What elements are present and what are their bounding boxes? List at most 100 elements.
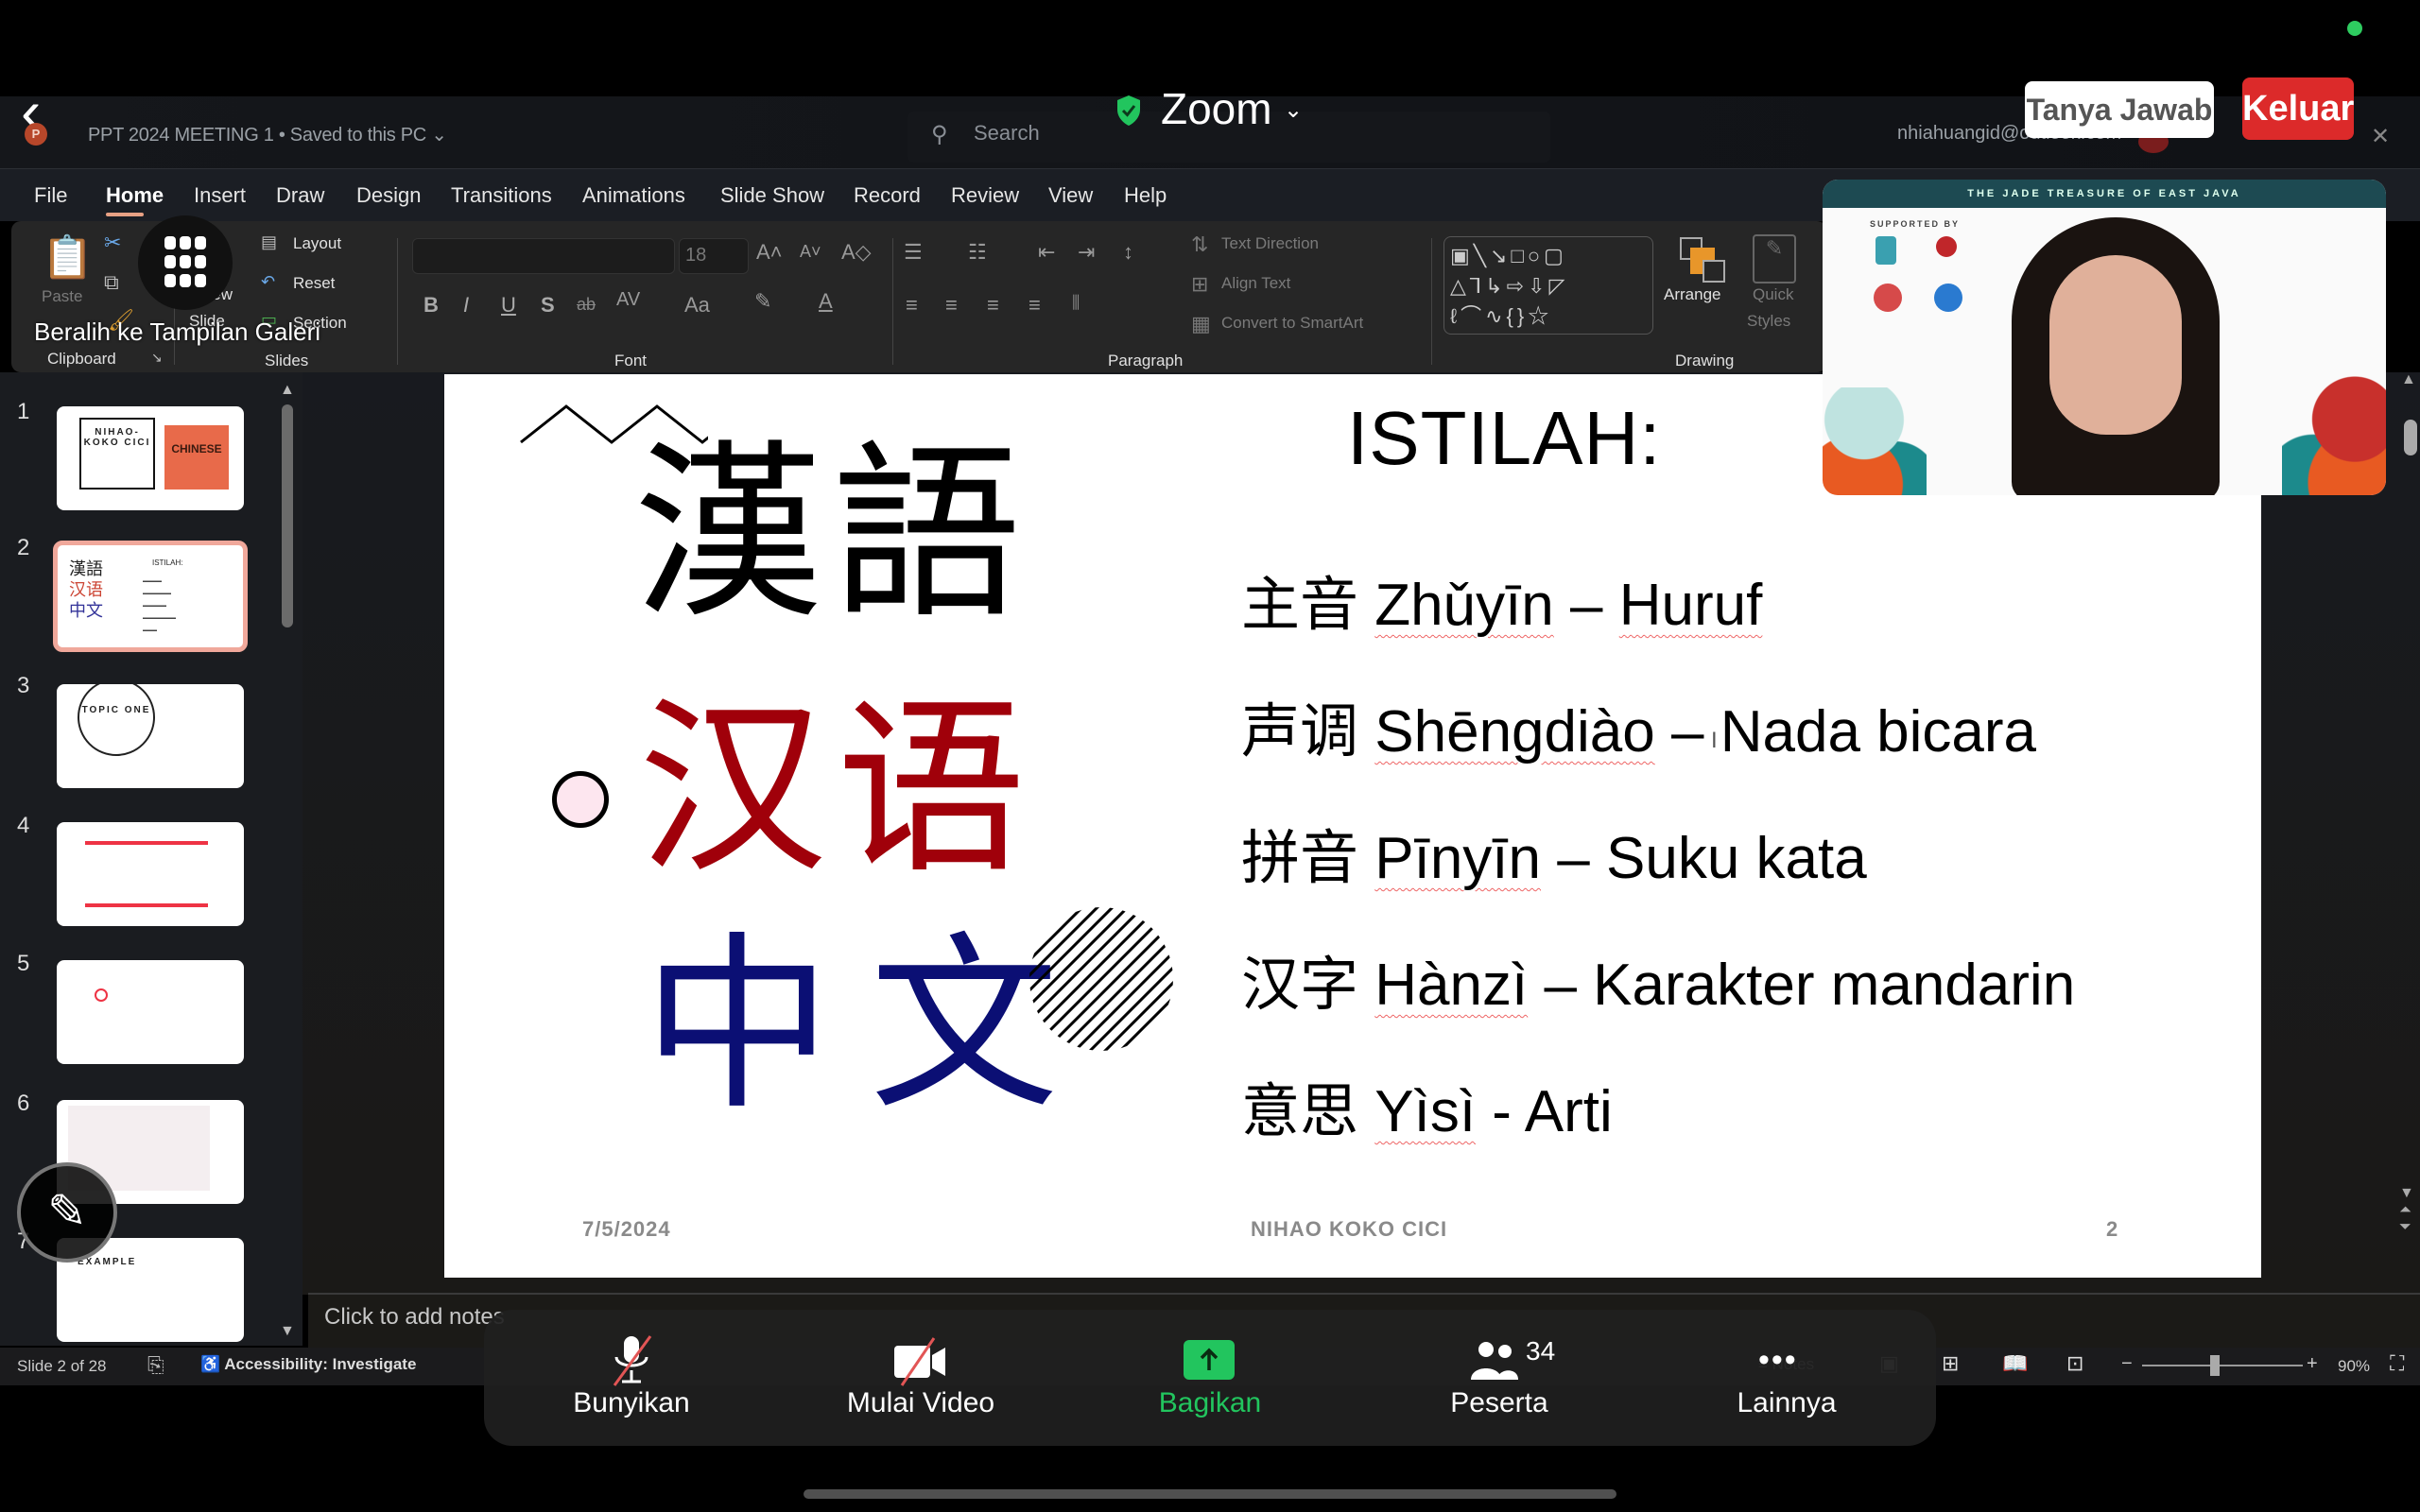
columns-icon[interactable]: ⫼ bbox=[1072, 293, 1080, 313]
font-name-select[interactable] bbox=[412, 238, 675, 274]
dialog-launcher-icon[interactable]: ↘ bbox=[151, 350, 163, 366]
tab-help[interactable]: Help bbox=[1124, 183, 1167, 208]
tab-transitions[interactable]: Transitions bbox=[451, 183, 552, 208]
participant-video-tile[interactable]: THE JADE TREASURE OF EAST JAVA SUPPORTED… bbox=[1823, 180, 2386, 495]
tab-home[interactable]: Home bbox=[106, 183, 164, 208]
more-button-label[interactable]: Lainnya bbox=[1673, 1387, 1900, 1419]
bullets-icon[interactable]: ☰ bbox=[904, 240, 923, 265]
slide-thumbnail-4[interactable] bbox=[57, 822, 244, 926]
video-off-icon[interactable] bbox=[892, 1334, 949, 1387]
decrease-indent-icon[interactable]: ⇤ bbox=[1038, 240, 1055, 265]
more-icon[interactable]: ••• bbox=[1758, 1342, 1798, 1379]
arrange-button[interactable]: Arrange bbox=[1664, 285, 1720, 304]
notes-placeholder[interactable]: Click to add notes bbox=[324, 1304, 505, 1331]
numbering-icon[interactable]: ☷ bbox=[968, 240, 987, 265]
align-center-icon[interactable]: ≡ bbox=[945, 293, 958, 318]
quick-styles-button[interactable]: Quick bbox=[1753, 285, 1793, 304]
accessibility-status[interactable]: ♿ Accessibility: Investigate bbox=[200, 1355, 416, 1374]
line-spacing-icon[interactable]: ↕ bbox=[1123, 240, 1133, 265]
underline-button[interactable]: U bbox=[501, 293, 516, 318]
slideshow-icon[interactable]: ⊡ bbox=[2066, 1351, 2083, 1376]
arrange-icon[interactable] bbox=[1679, 236, 1726, 284]
shrink-font-icon[interactable]: A˅ bbox=[800, 242, 821, 262]
character-spacing-button[interactable]: AV bbox=[616, 289, 640, 311]
clear-formatting-icon[interactable]: A◇ bbox=[841, 240, 872, 265]
bold-button[interactable]: B bbox=[424, 293, 439, 318]
microphone-muted-icon[interactable] bbox=[603, 1334, 660, 1387]
tab-draw[interactable]: Draw bbox=[276, 183, 324, 208]
tab-insert[interactable]: Insert bbox=[194, 183, 246, 208]
scroll-up-icon[interactable]: ▲ bbox=[2401, 371, 2416, 388]
participants-button-label[interactable]: Peserta bbox=[1386, 1387, 1613, 1419]
slide-thumbnail-3[interactable]: TOPIC ONE bbox=[57, 684, 244, 788]
justify-icon[interactable]: ≡ bbox=[1028, 293, 1041, 318]
reading-view-icon[interactable]: 📖 bbox=[2002, 1351, 2028, 1376]
italic-button[interactable]: I bbox=[463, 293, 469, 318]
scroll-navigation-icons[interactable]: ▼ ⏶ ⏷ bbox=[2399, 1185, 2414, 1236]
align-text-button[interactable]: Align Text bbox=[1221, 274, 1290, 293]
smartart-icon[interactable]: ▦ bbox=[1191, 312, 1211, 336]
shapes-gallery[interactable]: ▣╲↘□○▢ △⅂↳⇨⇩◸ ℓ⌒∿{}☆ bbox=[1443, 236, 1653, 335]
slide-thumbnail-2-selected[interactable]: 漢語 汉语 中文 ISTILAH: ▬▬▬▬ ▬▬▬▬▬▬ ▬▬▬▬▬ ▬▬▬▬▬▬▬… bbox=[53, 541, 248, 652]
tab-record[interactable]: Record bbox=[854, 183, 921, 208]
zoom-slider[interactable] bbox=[2142, 1365, 2303, 1366]
zoom-out-button[interactable]: − bbox=[2121, 1353, 2133, 1375]
zoom-percentage[interactable]: 90% bbox=[2338, 1357, 2370, 1376]
chevron-down-icon[interactable]: ⌄ bbox=[1284, 96, 1303, 124]
text-direction-button[interactable]: Text Direction bbox=[1221, 234, 1319, 253]
tab-design[interactable]: Design bbox=[356, 183, 421, 208]
slide-thumbnail-1[interactable]: NIHAO-KOKO CICI CHINESE bbox=[57, 406, 244, 510]
thumbnail-scrollbar[interactable] bbox=[282, 404, 293, 627]
align-left-icon[interactable]: ≡ bbox=[906, 293, 918, 318]
paste-label[interactable]: Paste bbox=[42, 287, 82, 306]
slide-scrollbar[interactable] bbox=[2404, 420, 2417, 455]
annotate-pen-button[interactable]: ✎ bbox=[17, 1162, 117, 1263]
home-indicator[interactable] bbox=[804, 1489, 1616, 1499]
reset-icon[interactable]: ↶ bbox=[261, 272, 275, 292]
scroll-up-icon[interactable]: ▲ bbox=[280, 382, 295, 399]
layout-button[interactable]: Layout bbox=[293, 234, 341, 253]
align-right-icon[interactable]: ≡ bbox=[987, 293, 999, 318]
font-color-icon[interactable]: A bbox=[819, 289, 833, 314]
highlight-icon[interactable]: ✎ bbox=[754, 289, 771, 314]
shadow-button[interactable]: S bbox=[541, 293, 555, 318]
copy-icon[interactable]: ⧉ bbox=[104, 270, 119, 295]
reset-button[interactable]: Reset bbox=[293, 274, 335, 293]
share-screen-icon[interactable] bbox=[1184, 1340, 1235, 1380]
cut-icon[interactable]: ✂ bbox=[104, 231, 121, 255]
tab-view[interactable]: View bbox=[1048, 183, 1093, 208]
align-text-icon[interactable]: ⊞ bbox=[1191, 272, 1208, 297]
quick-styles-icon[interactable]: ✎ bbox=[1753, 234, 1796, 284]
tab-review[interactable]: Review bbox=[951, 183, 1019, 208]
paste-icon[interactable]: 📋 bbox=[42, 232, 94, 285]
change-case-button[interactable]: Aa bbox=[684, 293, 710, 318]
share-button-label[interactable]: Bagikan bbox=[1097, 1387, 1323, 1419]
zoom-slider-handle[interactable] bbox=[2209, 1355, 2220, 1376]
fit-to-window-icon[interactable]: ⛶ bbox=[2390, 1351, 2404, 1376]
convert-smartart-button[interactable]: Convert to SmartArt bbox=[1221, 314, 1363, 333]
participants-icon[interactable] bbox=[1469, 1340, 1522, 1380]
quick-styles-button-2[interactable]: Styles bbox=[1747, 312, 1790, 331]
strikethrough-button[interactable]: ab bbox=[577, 295, 596, 315]
slide-thumbnail-5[interactable] bbox=[57, 960, 244, 1064]
qa-button[interactable]: Tanya Jawab bbox=[2025, 81, 2214, 138]
tab-animations[interactable]: Animations bbox=[582, 183, 685, 208]
encryption-shield-icon[interactable] bbox=[1115, 94, 1142, 127]
zoom-in-button[interactable]: + bbox=[2307, 1353, 2318, 1375]
grow-font-icon[interactable]: A˄ bbox=[756, 240, 783, 265]
document-title[interactable]: PPT 2024 MEETING 1 • Saved to this PC ⌄ bbox=[88, 123, 447, 146]
spelling-check-icon[interactable]: ⎘ bbox=[147, 1353, 164, 1378]
layout-icon[interactable]: ▤ bbox=[261, 232, 277, 252]
start-video-button-label[interactable]: Mulai Video bbox=[807, 1387, 1034, 1419]
leave-meeting-button[interactable]: Keluar bbox=[2242, 77, 2354, 140]
tab-slide-show[interactable]: Slide Show bbox=[720, 183, 824, 208]
current-slide[interactable]: 漢語 汉语 中文 ISTILAH: 主音 Zhǔyīn – Huruf 声调 S… bbox=[444, 374, 2261, 1278]
mute-button-label[interactable]: Bunyikan bbox=[518, 1387, 745, 1419]
increase-indent-icon[interactable]: ⇥ bbox=[1078, 240, 1095, 265]
scroll-down-icon[interactable]: ▼ bbox=[280, 1323, 295, 1340]
slide-sorter-icon[interactable]: ⊞ bbox=[1942, 1351, 1959, 1376]
text-direction-icon[interactable]: ⇅ bbox=[1191, 232, 1208, 257]
close-icon[interactable]: ✕ bbox=[2371, 123, 2390, 150]
tab-file[interactable]: File bbox=[34, 183, 67, 208]
zoom-meeting-title[interactable]: Zoom bbox=[1161, 83, 1272, 134]
